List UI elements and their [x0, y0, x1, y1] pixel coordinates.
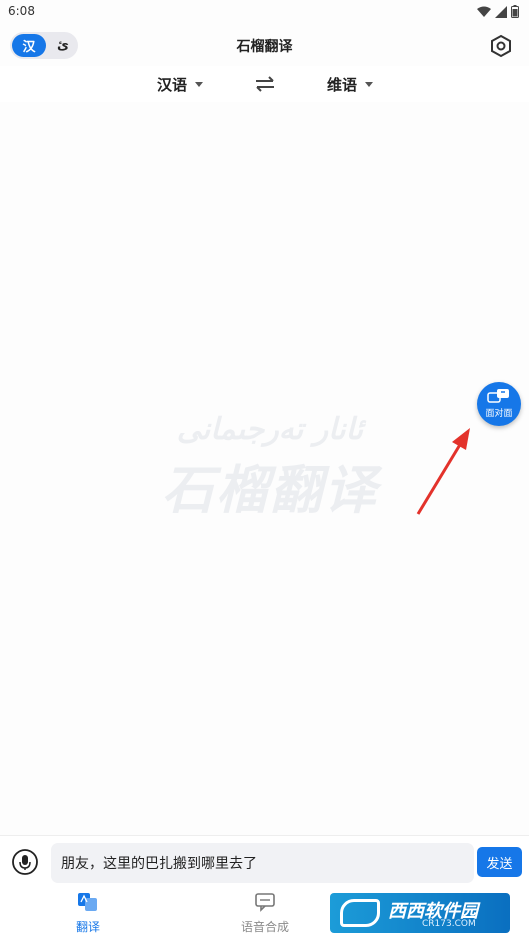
page-title: 石榴翻译 [236, 39, 293, 55]
target-language-select[interactable]: 维语 [327, 74, 374, 95]
speech-synthesis-icon [255, 893, 275, 912]
face-to-face-button[interactable]: 面对面 [477, 382, 521, 426]
translate-icon [78, 893, 97, 911]
caret-down-icon [195, 82, 204, 87]
send-button[interactable]: 发送 [477, 847, 522, 877]
site-url: CR173.COM [422, 919, 476, 929]
target-language-label: 维语 [327, 76, 358, 94]
source-language-select[interactable]: 汉语 [157, 74, 204, 95]
translation-text-input[interactable] [51, 843, 474, 883]
site-logo-icon [340, 899, 380, 927]
app-bar: 汉 ئ 石榴翻译 [0, 28, 529, 64]
nav-item-translate[interactable]: 翻译 [38, 892, 138, 935]
settings-icon [491, 34, 511, 58]
translation-area: ئانار تەرجىمانى 石榴翻译 面对面 [0, 102, 529, 834]
signal-icon [495, 5, 507, 18]
red-arrow-annotation [416, 428, 470, 515]
status-time: 6:08 [8, 4, 35, 18]
battery-icon [511, 5, 519, 18]
nav-label: 翻译 [75, 920, 100, 934]
nav-label: 语音合成 [240, 920, 289, 934]
face-to-face-label: 面对面 [485, 409, 513, 419]
site-watermark-badge: 西西软件园 CR173.COM [330, 893, 510, 933]
nav-item-speech-synthesis[interactable]: 语音合成 [215, 892, 315, 935]
watermark-uyghur: ئانار تەرجىمانى [176, 412, 364, 447]
microphone-button[interactable] [12, 849, 38, 875]
input-bar: 发送 [0, 835, 529, 888]
caret-down-icon [365, 82, 374, 87]
wifi-icon [477, 6, 491, 17]
microphone-icon [12, 849, 38, 875]
source-language-label: 汉语 [157, 76, 188, 94]
swap-icon [256, 76, 274, 92]
swap-languages-button[interactable] [252, 72, 278, 96]
status-bar: 6:08 [0, 0, 529, 24]
chat-bubbles-icon [487, 389, 509, 403]
status-icons [477, 5, 519, 18]
watermark-chinese: 石榴翻译 [161, 461, 378, 521]
settings-button[interactable] [489, 34, 513, 58]
language-bar: 汉语 维语 [0, 66, 529, 102]
